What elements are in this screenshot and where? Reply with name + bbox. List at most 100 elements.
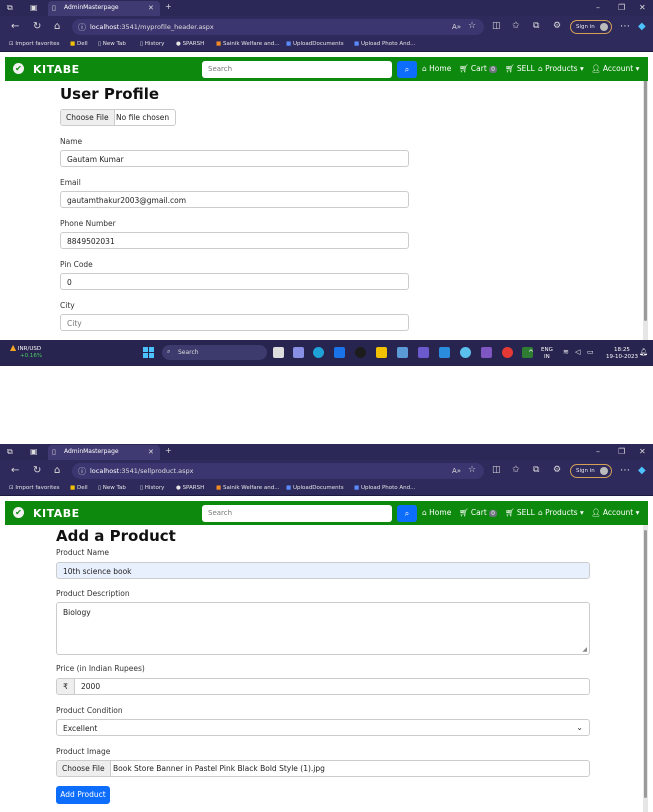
bookmark-upload-documents[interactable]: ■ UploadDocuments — [286, 41, 344, 47]
home-icon[interactable]: ⌂ — [54, 21, 60, 32]
browser-tab[interactable]: ▯ AdminMasterpage ✕ — [48, 1, 160, 16]
refresh-icon[interactable]: ↻ — [33, 21, 41, 32]
favorite-star-icon[interactable]: ☆ — [468, 21, 476, 32]
workspaces-icon[interactable]: ⧉ — [7, 3, 13, 12]
page-scrollbar[interactable] — [643, 81, 648, 340]
tab-actions-icon[interactable]: ▣ — [30, 3, 38, 12]
bookmark-dell[interactable]: ■ Dell — [70, 485, 88, 491]
city-field[interactable]: City — [60, 314, 409, 331]
bookmark-new-tab[interactable]: ▯ New Tab — [98, 41, 126, 47]
brand-name[interactable]: KITABE — [33, 507, 80, 520]
bookmark-sparsh[interactable]: ● SPARSH — [176, 485, 204, 491]
choose-file-button[interactable]: Choose File — [61, 110, 115, 125]
close-window-icon[interactable]: ✕ — [639, 3, 646, 12]
url-field[interactable]: ⓘ localhost:3541/myprofile_header.aspx A… — [72, 19, 484, 35]
home-icon[interactable]: ⌂ — [54, 465, 60, 476]
url-field[interactable]: ⓘ localhost:3541/sellproduct.aspx A» ☆ — [72, 463, 484, 479]
split-screen-icon[interactable]: ◫ — [492, 465, 501, 476]
mail-icon[interactable] — [334, 347, 345, 358]
read-aloud-icon[interactable]: A» — [452, 22, 461, 33]
email-field[interactable]: gautamthakur2003@gmail.com — [60, 191, 409, 208]
logo-icon[interactable]: ✔ — [13, 507, 24, 518]
chevron-up-icon[interactable]: ^ — [528, 350, 534, 357]
back-icon[interactable]: ← — [11, 21, 19, 32]
nav-sell[interactable]: 🛒︎ SELL — [505, 508, 535, 517]
sign-in-button[interactable]: Sign in — [570, 20, 612, 34]
sign-in-button[interactable]: Sign in — [570, 464, 612, 478]
extensions-icon[interactable]: ⚙ — [553, 465, 561, 476]
visual-studio-icon[interactable] — [418, 347, 429, 358]
new-tab-icon[interactable]: + — [165, 446, 172, 455]
bookmark-upload-photo[interactable]: ■ Upload Photo And... — [354, 485, 415, 491]
calculator-icon[interactable] — [439, 347, 450, 358]
collections-icon[interactable]: ⧉ — [533, 465, 539, 476]
close-tab-icon[interactable]: ✕ — [148, 448, 154, 457]
dell-icon[interactable] — [355, 347, 366, 358]
back-icon[interactable]: ← — [11, 465, 19, 476]
split-screen-icon[interactable]: ◫ — [492, 21, 501, 32]
extensions-icon[interactable]: ⚙ — [553, 21, 561, 32]
bookmark-sainik[interactable]: ■ Sainik Welfare and... — [216, 41, 280, 47]
bookmark-upload-photo[interactable]: ■ Upload Photo And... — [354, 41, 415, 47]
description-textarea[interactable]: Biology ◢ — [56, 602, 590, 655]
bookmark-sparsh[interactable]: ● SPARSH — [176, 41, 204, 47]
price-field[interactable]: 2000 — [81, 682, 100, 691]
refresh-icon[interactable]: ↻ — [33, 465, 41, 476]
name-field[interactable]: Gautam Kumar — [60, 150, 409, 167]
bookmark-new-tab[interactable]: ▯ New Tab — [98, 485, 126, 491]
nav-sell[interactable]: 🛒︎ SELL — [505, 64, 535, 73]
condition-select[interactable]: Excellent ⌄ — [56, 719, 590, 736]
nav-home[interactable]: ⌂ Home — [422, 64, 451, 73]
battery-icon[interactable]: ▭ — [587, 349, 594, 356]
close-tab-icon[interactable]: ✕ — [148, 4, 154, 13]
nav-account-dropdown[interactable]: 👤︎ Account ▾ — [591, 508, 639, 517]
edge-icon[interactable] — [313, 347, 324, 358]
media-app-icon[interactable] — [460, 347, 471, 358]
bookmark-sainik[interactable]: ■ Sainik Welfare and... — [216, 485, 280, 491]
choose-file-button[interactable]: Choose File — [57, 761, 111, 776]
search-button[interactable]: ⌕ — [397, 61, 417, 78]
bookmark-import-favorites[interactable]: ⊡ Import favorites — [9, 485, 59, 491]
minimize-icon[interactable]: – — [596, 447, 600, 456]
bookmark-history[interactable]: ▯ History — [140, 41, 164, 47]
favorites-icon[interactable]: ✩ — [512, 465, 520, 476]
clock[interactable]: 18:25 19-10-2023 — [606, 347, 638, 361]
wifi-icon[interactable]: ≋ — [563, 349, 569, 356]
taskbar-search[interactable]: ⌕ Search — [162, 345, 267, 360]
add-product-button[interactable]: Add Product — [56, 786, 110, 804]
chrome-icon[interactable] — [502, 347, 513, 358]
bookmark-import-favorites[interactable]: ⊡ Import favorites — [9, 41, 59, 47]
scrollbar-thumb[interactable] — [644, 530, 647, 798]
task-view-icon[interactable] — [273, 347, 284, 358]
more-menu-icon[interactable]: ⋯ — [620, 465, 630, 476]
page-scrollbar[interactable] — [643, 525, 648, 812]
minimize-icon[interactable]: – — [596, 3, 600, 12]
brand-name[interactable]: KITABE — [33, 63, 80, 76]
copilot-icon[interactable]: ◆ — [638, 465, 646, 476]
nav-products-dropdown[interactable]: ⌂ Products ▾ — [538, 64, 584, 73]
settings-app-icon[interactable] — [397, 347, 408, 358]
profile-photo-file-input[interactable]: Choose File No file chosen — [60, 109, 176, 126]
language-indicator[interactable]: ENG IN — [541, 347, 553, 361]
chat-icon[interactable] — [293, 347, 304, 358]
workspaces-icon[interactable]: ⧉ — [7, 447, 13, 456]
pin-code-field[interactable]: 0 — [60, 273, 409, 290]
more-menu-icon[interactable]: ⋯ — [620, 21, 630, 32]
tab-actions-icon[interactable]: ▣ — [30, 447, 38, 456]
nav-products-dropdown[interactable]: ⌂ Products ▾ — [538, 508, 584, 517]
market-widget[interactable]: ▲ INR/USD +0.16% — [10, 344, 42, 360]
phone-field[interactable]: 8849502031 — [60, 232, 409, 249]
volume-icon[interactable]: ◁ — [575, 349, 580, 356]
product-name-field[interactable]: 10th science book — [56, 562, 590, 579]
nav-account-dropdown[interactable]: 👤︎ Account ▾ — [591, 64, 639, 73]
scrollbar-thumb[interactable] — [644, 81, 647, 321]
file-explorer-icon[interactable] — [376, 347, 387, 358]
collections-icon[interactable]: ⧉ — [533, 21, 539, 32]
windows-start-icon[interactable] — [143, 347, 154, 358]
product-image-file-input[interactable]: Choose File Book Store Banner in Pastel … — [56, 760, 590, 777]
restore-icon[interactable]: ❐ — [618, 447, 625, 456]
bookmark-upload-documents[interactable]: ■ UploadDocuments — [286, 485, 344, 491]
new-tab-icon[interactable]: + — [165, 2, 172, 11]
close-window-icon[interactable]: ✕ — [639, 447, 646, 456]
bookmark-dell[interactable]: ■ Dell — [70, 41, 88, 47]
